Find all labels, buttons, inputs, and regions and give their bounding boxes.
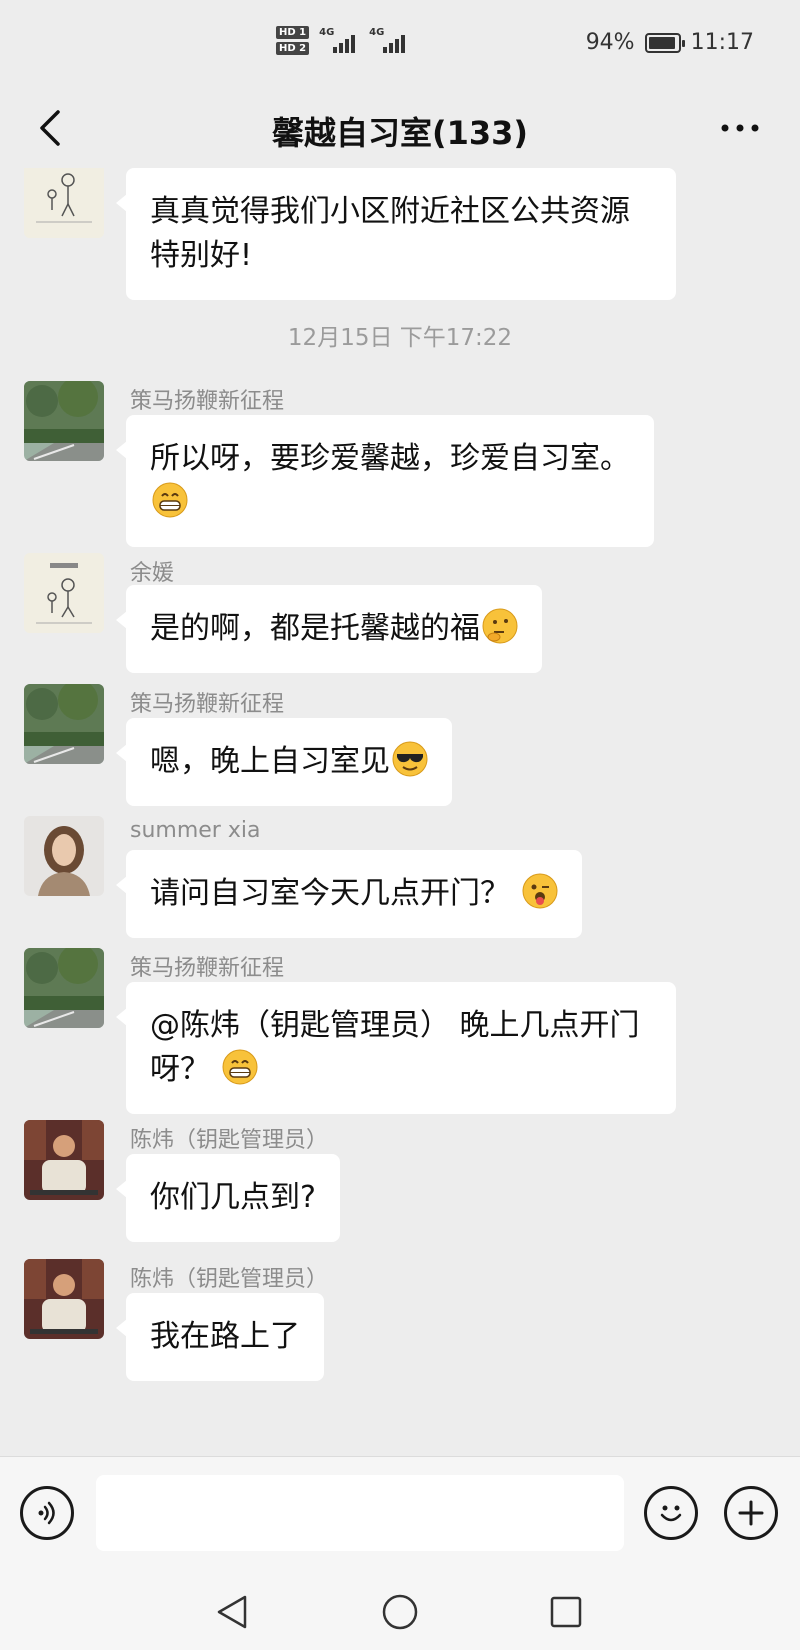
- circle-home-icon: [382, 1594, 418, 1630]
- add-button[interactable]: [724, 1486, 778, 1540]
- message-bubble[interactable]: 真真觉得我们小区附近社区公共资源特别好!: [116, 168, 676, 300]
- avatar[interactable]: [24, 553, 104, 633]
- message-input[interactable]: [96, 1475, 624, 1551]
- road-trees-avatar-icon: [24, 684, 104, 764]
- winking-tongue-face-icon: [522, 873, 558, 909]
- title-bar: 馨越自习室(133): [0, 88, 800, 168]
- plus-icon: [738, 1500, 764, 1526]
- avatar[interactable]: [24, 168, 104, 238]
- sender-name: 策马扬鞭新征程: [130, 389, 285, 414]
- message-bubble[interactable]: 我在路上了: [116, 1293, 324, 1381]
- message-bubble[interactable]: 请问自习室今天几点开门？: [116, 850, 582, 938]
- triangle-back-icon: [217, 1595, 247, 1629]
- portrait-avatar-icon: [24, 816, 104, 896]
- status-right: 94% 11:17: [586, 30, 754, 55]
- avatar[interactable]: [24, 684, 104, 764]
- nav-back-button[interactable]: [202, 1582, 262, 1642]
- signal-1-icon: 4G: [319, 27, 359, 55]
- battery-icon: [644, 32, 685, 53]
- status-bar: HD 1 HD 2 4G 4G 94% 11:17: [0, 0, 800, 88]
- emoji-button[interactable]: [644, 1486, 698, 1540]
- avatar[interactable]: [24, 816, 104, 896]
- road-trees-avatar-icon: [24, 948, 104, 1028]
- message-text: 嗯，晚上自习室见: [150, 744, 390, 779]
- sender-name: 策马扬鞭新征程: [130, 692, 285, 717]
- hd-stack: HD 1 HD 2: [276, 26, 310, 55]
- timestamp: 12月15日 下午17:22: [287, 325, 513, 351]
- avatar[interactable]: [24, 948, 104, 1028]
- sender-name: 策马扬鞭新征程: [130, 956, 285, 981]
- sender-name: 陈炜（钥匙管理员）: [130, 1267, 329, 1292]
- sketch-avatar-icon: [24, 553, 104, 633]
- message-bubble[interactable]: 所以呀，要珍爱馨越，珍爱自习室。: [116, 415, 654, 547]
- sketch-avatar-icon: [24, 168, 104, 238]
- man-portrait-avatar-icon: [24, 1259, 104, 1339]
- battery-percent: 94%: [585, 30, 635, 55]
- ellipsis-icon: [721, 124, 759, 132]
- message-text: 请问自习室今天几点开门？: [150, 876, 510, 911]
- message-bubble[interactable]: 嗯，晚上自习室见: [116, 718, 452, 806]
- clock: 11:17: [690, 30, 754, 55]
- nav-recent-button[interactable]: [536, 1582, 596, 1642]
- avatar[interactable]: [24, 381, 104, 461]
- chat-title: 馨越自习室(133): [271, 114, 529, 152]
- chat-screen: HD 1 HD 2 4G 4G 94% 11:17 馨越自习室(133) 真真觉…: [0, 0, 800, 1650]
- network-2-label: 4G: [369, 27, 385, 38]
- nav-bar: [0, 1568, 800, 1650]
- input-bar: [0, 1456, 800, 1568]
- road-trees-avatar-icon: [24, 381, 104, 461]
- message-text: 我在路上了: [150, 1319, 300, 1354]
- sunglasses-face-icon: [392, 741, 428, 777]
- message-text: 你们几点到?: [150, 1180, 316, 1215]
- voice-icon: [38, 1501, 55, 1525]
- voice-button[interactable]: [20, 1486, 74, 1540]
- hd2-badge: HD 2: [276, 42, 310, 55]
- message-list[interactable]: 真真觉得我们小区附近社区公共资源特别好! 12月15日 下午17:22 策马扬鞭…: [0, 168, 800, 1456]
- nav-home-button[interactable]: [370, 1582, 430, 1642]
- avatar[interactable]: [24, 1120, 104, 1200]
- message-bubble[interactable]: 你们几点到?: [116, 1154, 340, 1242]
- signal-group: HD 1 HD 2 4G 4G: [276, 26, 409, 55]
- message-text: 所以呀，要珍爱馨越，珍爱自习室。: [150, 441, 630, 476]
- thinking-face-icon: [482, 608, 518, 644]
- avatar[interactable]: [24, 1259, 104, 1339]
- man-portrait-avatar-icon: [24, 1120, 104, 1200]
- grinning-face-icon: [152, 482, 188, 518]
- emoji-icon: [660, 1505, 682, 1522]
- sender-name: summer xia: [130, 818, 261, 843]
- square-recent-icon: [550, 1596, 582, 1628]
- hd1-badge: HD 1: [276, 26, 310, 39]
- message-bubble[interactable]: 是的啊，都是托馨越的福: [116, 585, 542, 673]
- grinning-face-icon: [222, 1049, 258, 1085]
- sender-name: 余媛: [130, 561, 175, 586]
- message-bubble[interactable]: @陈炜（钥匙管理员） 晚上几点开门呀？: [116, 982, 676, 1114]
- more-button[interactable]: [710, 98, 770, 158]
- message-text: 真真觉得我们小区附近社区公共资源特别好!: [150, 194, 630, 273]
- sender-name: 陈炜（钥匙管理员）: [130, 1128, 329, 1153]
- signal-2-icon: 4G: [369, 27, 409, 55]
- network-1-label: 4G: [319, 27, 335, 38]
- message-text: 是的啊，都是托馨越的福: [150, 611, 480, 646]
